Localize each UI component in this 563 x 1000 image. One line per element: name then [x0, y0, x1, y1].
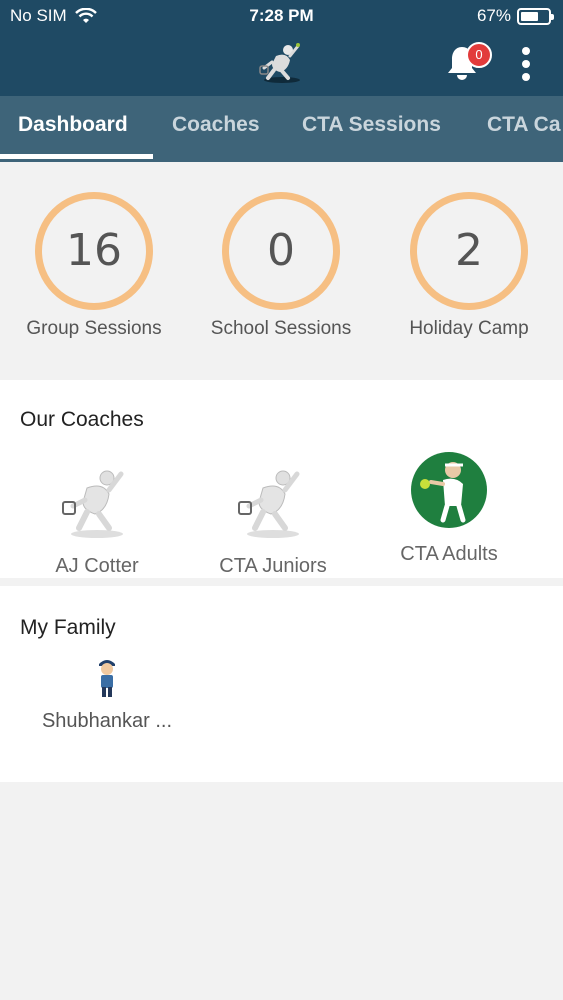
battery-icon — [517, 7, 554, 25]
battery-percentage: 67% — [476, 6, 511, 25]
notification-badge: 0 — [466, 42, 492, 68]
stat-label: Group Sessions — [26, 318, 162, 339]
active-tab-indicator — [0, 154, 153, 159]
tennis-player-logo-icon — [259, 43, 300, 83]
stat-group-sessions[interactable]: 16 Group Sessions — [4, 192, 184, 340]
coach-cta-adults[interactable]: CTA Adults — [359, 452, 539, 566]
stat-value: 16 — [35, 192, 153, 310]
coach-name: CTA Adults — [400, 543, 498, 565]
stat-value: 0 — [222, 192, 340, 310]
family-member-name: Shubhankar ... — [41, 710, 173, 732]
stat-value: 2 — [410, 192, 528, 310]
status-bar: No SIM 7:28 PM 67% — [0, 0, 563, 32]
stat-holiday-camp[interactable]: 2 Holiday Camp — [379, 192, 559, 340]
coaches-card: Our Coaches AJ Cotter CTA Juniors CTA Ad… — [0, 380, 563, 578]
tab-dashboard[interactable]: Dashboard — [18, 96, 128, 162]
family-title: My Family — [20, 616, 116, 639]
tennis-player-icon — [62, 470, 124, 538]
tab-cta-camps[interactable]: CTA Ca — [487, 96, 561, 162]
coach-name: CTA Juniors — [219, 555, 327, 577]
tennis-player-icon — [238, 470, 300, 538]
tab-cta-sessions[interactable]: CTA Sessions — [302, 96, 441, 162]
tab-bar: Dashboard Coaches CTA Sessions CTA Ca — [0, 96, 563, 162]
app-header: No SIM 7:28 PM 67% 0 — [0, 0, 563, 96]
stat-label: School Sessions — [210, 318, 352, 339]
coach-name: AJ Cotter — [55, 555, 139, 577]
tennis-adult-avatar-icon — [411, 452, 487, 528]
coach-aj-cotter[interactable]: AJ Cotter — [7, 464, 187, 578]
more-menu-icon[interactable] — [516, 47, 536, 81]
battery-level — [521, 11, 539, 21]
tab-coaches[interactable]: Coaches — [172, 96, 260, 162]
child-avatar-icon — [99, 660, 115, 697]
family-member[interactable]: Shubhankar ... — [17, 656, 197, 733]
coach-cta-juniors[interactable]: CTA Juniors — [183, 464, 363, 578]
stat-label: Holiday Camp — [409, 318, 529, 339]
coaches-title: Our Coaches — [20, 408, 144, 431]
stat-school-sessions[interactable]: 0 School Sessions — [191, 192, 371, 340]
family-card: My Family Shubhankar ... — [0, 586, 563, 782]
session-stats: 16 Group Sessions 0 School Sessions 2 Ho… — [0, 162, 563, 378]
